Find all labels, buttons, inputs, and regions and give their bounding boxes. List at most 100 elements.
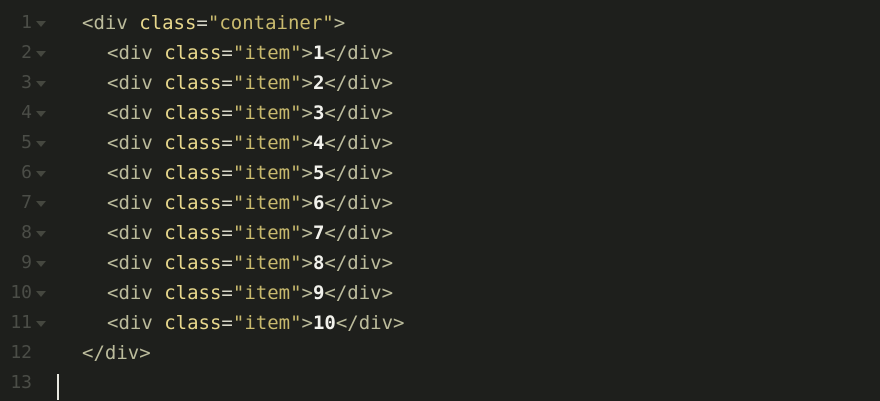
content-token: 1 [312, 42, 325, 64]
line-number: 10 [10, 282, 32, 303]
code-editor[interactable]: 1 2 3 4 5 6 7 8 9 10 11 12 13 <div class="container"… [0, 0, 880, 401]
tag-open-token: <div [107, 42, 153, 64]
tag-open-token: <div [107, 192, 153, 214]
line-number: 13 [10, 372, 32, 393]
string-token: "item" [232, 162, 302, 184]
attribute-token: class [164, 42, 222, 64]
tag-bracket-token: > [301, 282, 313, 304]
code-line: <div class="item">9</div> [107, 278, 393, 308]
line-number: 3 [21, 72, 32, 93]
tag-close-token: </div> [324, 252, 394, 274]
gutter-row: 3 [0, 68, 56, 98]
equals-token: = [221, 102, 233, 124]
chevron-down-icon[interactable] [36, 171, 46, 177]
line-number: 9 [21, 252, 32, 273]
tag-close-token: </div> [324, 42, 394, 64]
chevron-down-icon[interactable] [36, 291, 46, 297]
line-number: 1 [21, 12, 32, 33]
tag-open-token: <div [107, 252, 153, 274]
content-token: 10 [312, 312, 336, 334]
attribute-token: class [139, 12, 197, 34]
line-number: 6 [21, 162, 32, 183]
string-token: "item" [232, 282, 302, 304]
content-token: 6 [312, 192, 325, 214]
tag-bracket-token: > [301, 102, 313, 124]
equals-token: = [221, 252, 233, 274]
tag-bracket-token: > [301, 222, 313, 244]
content-token: 2 [312, 72, 325, 94]
line-number: 12 [10, 342, 32, 363]
tag-open-token: <div [82, 12, 128, 34]
tag-bracket-token: > [301, 72, 313, 94]
equals-token: = [221, 282, 233, 304]
tag-close-token: </div> [335, 312, 405, 334]
code-line: <div class="item">4</div> [107, 128, 393, 158]
tag-bracket-token: > [301, 42, 313, 64]
code-line: <div class="item">3</div> [107, 98, 393, 128]
gutter-row: 6 [0, 158, 56, 188]
gutter-row: 8 [0, 218, 56, 248]
tag-open-token: <div [107, 282, 153, 304]
tag-open-token: </div> [82, 342, 151, 364]
line-number: 7 [21, 192, 32, 213]
gutter-row: 12 [0, 338, 56, 368]
code-area[interactable]: <div class="container"> <div class="item"… [57, 0, 880, 401]
tag-close-token: </div> [324, 132, 394, 154]
content-token: 3 [312, 102, 325, 124]
line-number: 2 [21, 42, 32, 63]
chevron-down-icon[interactable] [36, 21, 46, 27]
equals-token: = [221, 192, 233, 214]
tag-close-token: </div> [324, 282, 394, 304]
attribute-token: class [164, 162, 222, 184]
equals-token: = [221, 72, 233, 94]
string-token: "item" [232, 312, 302, 334]
string-token: "item" [232, 192, 302, 214]
code-line: <div class="item">5</div> [107, 158, 393, 188]
gutter-row: 1 [0, 8, 56, 38]
code-line: <div class="item">8</div> [107, 248, 393, 278]
content-token: 8 [312, 252, 325, 274]
equals-token: = [221, 162, 233, 184]
gutter-row: 5 [0, 128, 56, 158]
equals-token: = [221, 312, 233, 334]
string-token: "container" [207, 12, 334, 34]
chevron-down-icon[interactable] [36, 261, 46, 267]
tag-bracket-token: > [301, 192, 313, 214]
code-line: <div class="item">2</div> [107, 68, 393, 98]
attribute-token: class [164, 132, 222, 154]
tag-open-token: <div [107, 312, 153, 334]
content-token: 5 [312, 162, 325, 184]
content-token: 4 [312, 132, 325, 154]
code-line: </div> [82, 338, 151, 368]
chevron-down-icon[interactable] [36, 51, 46, 57]
code-line: <div class="container"> [82, 8, 345, 38]
tag-bracket-token: > [301, 162, 313, 184]
attribute-token: class [164, 282, 222, 304]
tag-close-token: </div> [324, 102, 394, 124]
chevron-down-icon[interactable] [36, 111, 46, 117]
code-line: <div class="item">7</div> [107, 218, 393, 248]
gutter-row: 11 [0, 308, 56, 338]
equals-token: = [221, 42, 233, 64]
chevron-down-icon[interactable] [36, 81, 46, 87]
tag-bracket-token: > [333, 12, 346, 34]
tag-bracket-token: > [301, 132, 313, 154]
attribute-token: class [164, 312, 222, 334]
tag-close-token: </div> [324, 162, 394, 184]
text-cursor [57, 374, 59, 400]
tag-open-token: <div [107, 72, 153, 94]
chevron-down-icon[interactable] [36, 201, 46, 207]
tag-close-token: </div> [324, 72, 394, 94]
attribute-token: class [164, 252, 222, 274]
tag-bracket-token: > [301, 312, 313, 334]
gutter-row: 13 [0, 368, 56, 398]
chevron-down-icon[interactable] [36, 141, 46, 147]
line-number: 11 [10, 312, 32, 333]
chevron-down-icon[interactable] [36, 321, 46, 327]
string-token: "item" [232, 252, 302, 274]
line-number: 5 [21, 132, 32, 153]
line-number: 8 [21, 222, 32, 243]
code-line: <div class="item">6</div> [107, 188, 393, 218]
chevron-down-icon[interactable] [36, 231, 46, 237]
equals-token: = [221, 132, 233, 154]
